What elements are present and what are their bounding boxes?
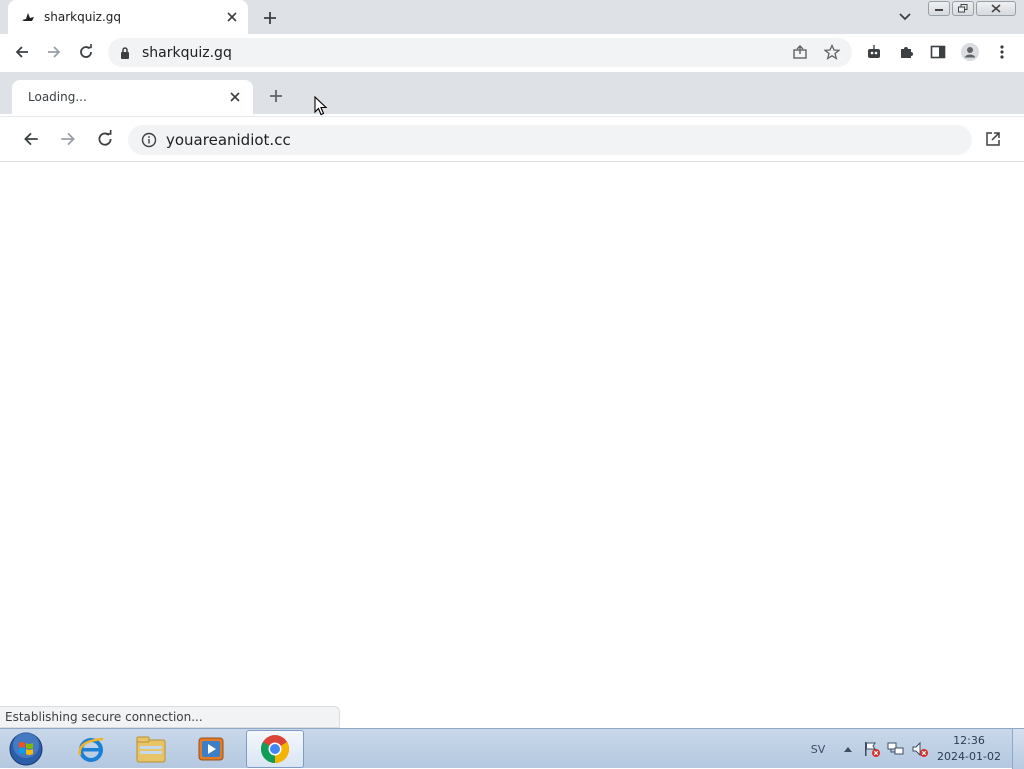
star-icon[interactable] — [820, 40, 844, 64]
file-explorer-taskbar-icon[interactable] — [122, 730, 180, 768]
outer-toolbar: sharkquiz.gq — [0, 34, 1024, 70]
language-indicator[interactable]: SV — [800, 743, 836, 756]
mouse-cursor-icon — [314, 95, 328, 116]
info-icon[interactable] — [140, 131, 158, 149]
page-content — [0, 163, 1024, 728]
share-icon[interactable] — [788, 40, 812, 64]
popup-address-bar[interactable]: youareanidiot.cc — [128, 125, 972, 155]
close-tab-icon[interactable] — [222, 7, 242, 27]
popup-new-tab-button[interactable] — [264, 84, 288, 108]
back-icon[interactable] — [19, 127, 43, 151]
outer-tab-sharkquiz[interactable]: sharkquiz.gq — [8, 0, 248, 34]
reload-icon[interactable] — [74, 40, 98, 64]
chrome-taskbar-icon[interactable] — [246, 730, 304, 768]
popup-tabstrip: Loading... — [0, 72, 1024, 114]
status-bubble: Establishing secure connection... — [0, 706, 340, 728]
internet-explorer-taskbar-icon[interactable] — [62, 730, 120, 768]
reload-icon[interactable] — [93, 127, 117, 151]
start-button[interactable] — [6, 730, 46, 768]
system-tray: SV — [800, 729, 932, 769]
lock-icon[interactable] — [118, 46, 132, 60]
side-panel-icon[interactable] — [926, 40, 950, 64]
window-controls — [928, 1, 1016, 16]
clock-date: 2024-01-02 — [937, 750, 1001, 763]
puzzle-extensions-icon[interactable] — [894, 40, 918, 64]
chevron-down-icon[interactable] — [894, 6, 916, 28]
window-close-button[interactable] — [976, 1, 1016, 16]
popup-url-text: youareanidiot.cc — [166, 131, 291, 149]
kebab-menu-icon[interactable] — [990, 40, 1014, 64]
open-in-browser-icon[interactable] — [981, 127, 1005, 151]
taskbar-clock[interactable]: 12:36 2024-01-02 — [932, 733, 1006, 765]
clock-time: 12:36 — [953, 734, 985, 747]
popup-tab-title: Loading... — [28, 90, 87, 104]
outer-url-text: sharkquiz.gq — [142, 44, 232, 61]
outer-address-bar[interactable]: sharkquiz.gq — [108, 38, 852, 67]
volume-muted-icon[interactable] — [908, 737, 932, 761]
back-icon[interactable] — [10, 40, 34, 64]
robot-extension-icon[interactable] — [862, 40, 886, 64]
outer-tabstrip: sharkquiz.gq — [0, 0, 1024, 34]
popup-tab-loading[interactable]: Loading... — [12, 80, 253, 114]
status-text: Establishing secure connection... — [5, 710, 203, 724]
forward-icon[interactable] — [56, 127, 80, 151]
action-center-flag-icon[interactable] — [860, 737, 884, 761]
show-desktop-button[interactable] — [1012, 729, 1024, 769]
new-tab-button[interactable] — [258, 6, 282, 30]
forward-icon[interactable] — [42, 40, 66, 64]
shark-favicon-icon — [20, 9, 36, 25]
media-player-taskbar-icon[interactable] — [182, 730, 240, 768]
outer-tab-title: sharkquiz.gq — [44, 10, 121, 24]
restore-button[interactable] — [952, 1, 974, 16]
network-icon[interactable] — [884, 737, 908, 761]
taskbar: SV 12:36 2024-01-02 — [0, 728, 1024, 769]
close-tab-icon[interactable] — [225, 87, 245, 107]
popup-toolbar: youareanidiot.cc — [0, 116, 1024, 162]
show-hidden-icons-icon[interactable] — [836, 737, 860, 761]
profile-icon[interactable] — [958, 40, 982, 64]
minimize-button[interactable] — [928, 1, 950, 16]
